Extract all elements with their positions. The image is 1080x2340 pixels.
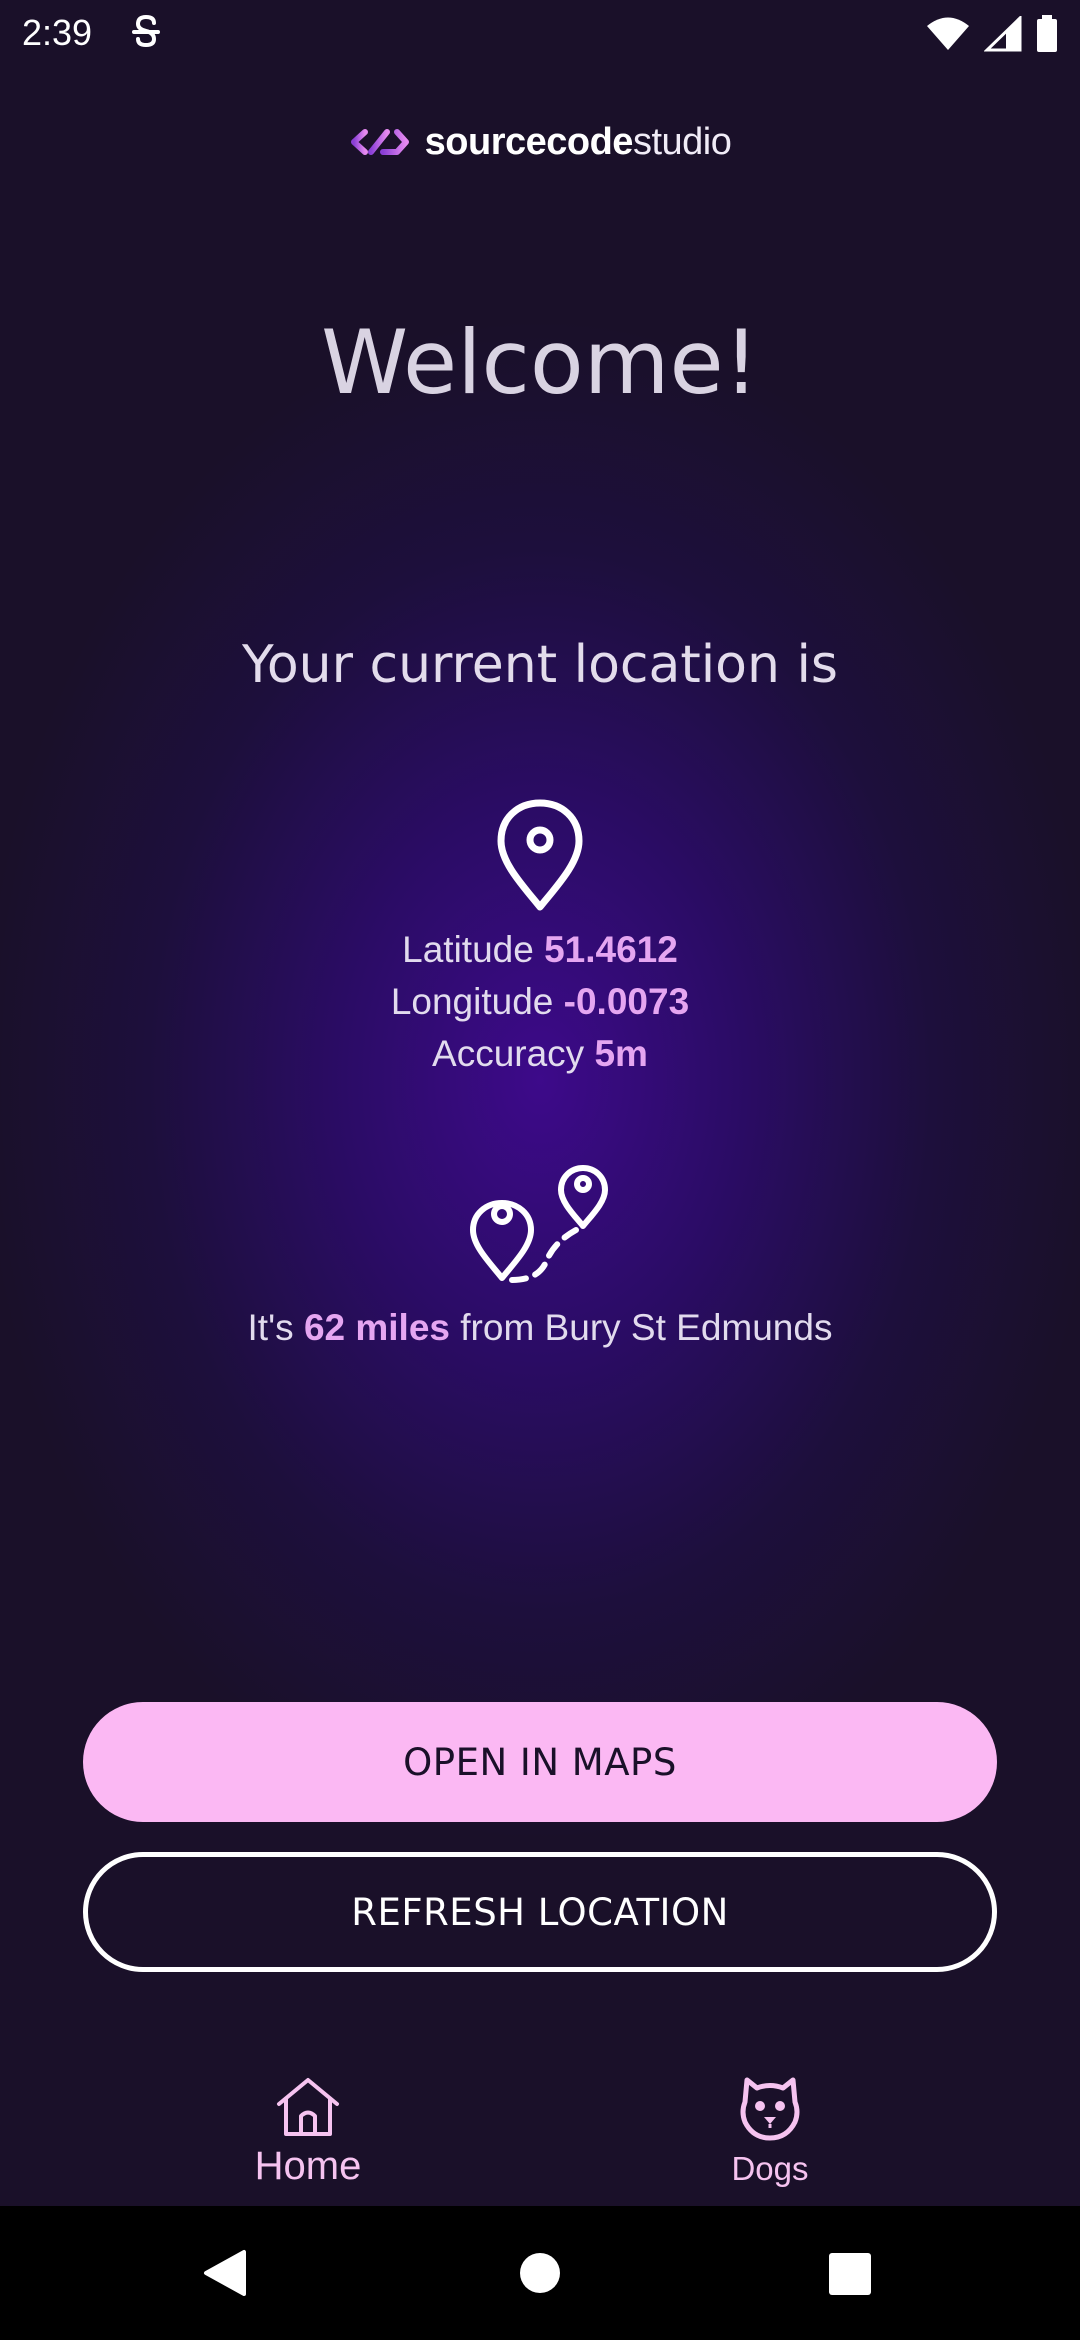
logo-text: sourcecodestudio — [425, 120, 732, 164]
nav-item-home[interactable]: Home — [158, 2050, 458, 2206]
latitude-label: Latitude — [402, 929, 534, 970]
map-pin-icon — [497, 799, 583, 911]
accuracy-value: 5m — [594, 1033, 648, 1074]
bottom-navigation: Home Dogs — [0, 2050, 1080, 2206]
nav-item-dogs[interactable]: Dogs — [620, 2050, 920, 2206]
accuracy-label: Accuracy — [432, 1033, 585, 1074]
nav-home-label: Home — [254, 2144, 362, 2188]
distance-prefix: It's — [247, 1307, 294, 1348]
home-system-icon[interactable] — [518, 2251, 562, 2295]
accuracy-row: Accuracy 5m — [0, 1028, 1080, 1080]
distance-text: It's 62 miles from Bury St Edmunds — [0, 1302, 1080, 1354]
logo-text-light: studio — [632, 121, 732, 163]
longitude-row: Longitude -0.0073 — [0, 976, 1080, 1028]
latitude-value: 51.4612 — [544, 929, 678, 970]
status-icons — [926, 14, 1058, 54]
open-in-maps-button[interactable]: OPEN IN MAPS — [83, 1702, 997, 1822]
route-icon — [470, 1165, 608, 1283]
logo-text-bold: sourcecode — [424, 121, 634, 163]
cell-signal-icon — [984, 16, 1022, 52]
nav-dogs-label: Dogs — [731, 2150, 809, 2187]
logo-mark-icon — [350, 129, 409, 155]
refresh-location-button[interactable]: REFRESH LOCATION — [83, 1852, 997, 1972]
system-navigation-bar — [0, 2206, 1080, 2340]
wifi-icon — [927, 17, 969, 50]
recents-icon[interactable] — [828, 2252, 872, 2296]
longitude-label: Longitude — [390, 981, 554, 1022]
battery-icon — [1037, 15, 1057, 52]
coordinates-block: Latitude 51.4612 Longitude -0.0073 Accur… — [0, 924, 1080, 1080]
app-screen: 2:39 sourcecodestudio Welcome! Your curr… — [0, 0, 1080, 2340]
page-title: Welcome! — [321, 311, 759, 414]
status-bar: 2:39 — [0, 0, 1080, 66]
status-time: 2:39 — [22, 12, 93, 53]
location-subtitle: Your current location is — [241, 635, 839, 695]
brand-logo: sourcecodestudio — [0, 112, 1080, 172]
distance-value: 62 miles — [303, 1307, 450, 1348]
home-icon — [277, 2078, 339, 2136]
dog-face-icon — [740, 2077, 800, 2141]
app-notification-icon — [132, 14, 160, 48]
distance-suffix: from Bury St Edmunds — [460, 1307, 833, 1348]
latitude-row: Latitude 51.4612 — [0, 924, 1080, 976]
back-icon[interactable] — [200, 2248, 250, 2298]
longitude-value: -0.0073 — [563, 981, 690, 1022]
